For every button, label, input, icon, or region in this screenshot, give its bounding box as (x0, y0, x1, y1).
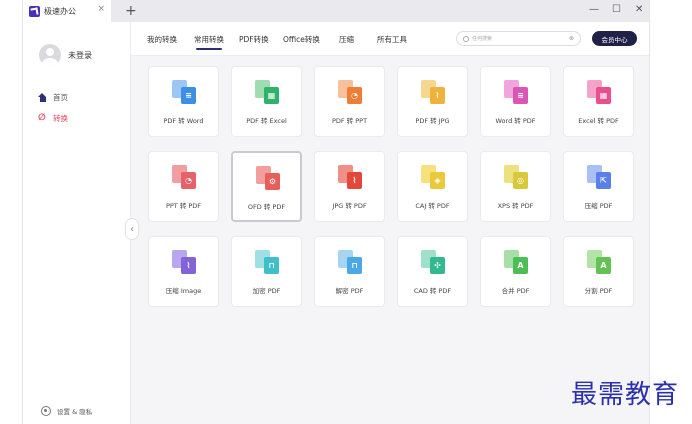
tool-card[interactable]: ◈ CAJ 转 PDF (397, 151, 468, 222)
gear-icon (41, 406, 51, 416)
tab-title: 极速办公 (44, 6, 76, 16)
tool-card[interactable]: ⌇ JPG 转 PDF (314, 151, 385, 222)
tool-label: 加密 PDF (252, 287, 281, 295)
tool-file-icon: ≡ (504, 80, 530, 106)
tab-close-icon[interactable]: × (97, 4, 105, 14)
collapse-sidebar-button[interactable]: ‹ (125, 218, 139, 240)
tool-label: 压缩 PDF (584, 202, 613, 210)
tool-card[interactable]: ≡ Word 转 PDF (480, 66, 551, 137)
convert-icon: ∅ (38, 112, 46, 123)
app-logo-icon (29, 5, 40, 17)
settings-label: 设置 & 隐私 (57, 408, 93, 416)
tool-card[interactable]: ✣ CAD 转 PDF (397, 236, 468, 307)
tool-label: PDF 转 Word (163, 117, 204, 125)
tool-card[interactable]: ⌇ 压缩 Image (148, 236, 219, 307)
tab-compress[interactable]: 压缩 (339, 34, 354, 45)
tool-file-icon: ⊓ (255, 250, 281, 276)
tool-label: XPS 转 PDF (497, 202, 534, 210)
tool-card[interactable]: ▦ PDF 转 Excel (231, 66, 302, 137)
sidebar-item-label: 首页 (53, 92, 68, 102)
tool-label: PDF 转 Excel (246, 117, 287, 125)
tool-label: 分割 PDF (584, 287, 613, 295)
sidebar-item-home[interactable]: 首页 (38, 90, 68, 104)
tool-file-icon: ⊓ (338, 250, 364, 276)
tool-card[interactable]: ⊓ 加密 PDF (231, 236, 302, 307)
tool-file-icon: ⌇ (172, 250, 198, 276)
top-nav: 我的转换 常用转换 PDF转换 Office转换 压缩 所有工具 任何搜索 ⊗ … (131, 22, 649, 56)
avatar[interactable] (39, 44, 61, 66)
tool-card[interactable]: ◔ PPT 转 PDF (148, 151, 219, 222)
tool-file-icon: ◔ (338, 80, 364, 106)
tab-pdf-conversions[interactable]: PDF转换 (239, 34, 269, 45)
tool-label: PDF 转 JPG (415, 117, 450, 125)
minimize-icon[interactable]: — (589, 4, 599, 16)
tool-card[interactable]: ⌇ PDF 转 JPG (397, 66, 468, 137)
tool-card[interactable]: ◔ PDF 转 PPT (314, 66, 385, 137)
tool-label: CAJ 转 PDF (415, 202, 450, 210)
tool-file-icon: ✣ (421, 250, 447, 276)
tool-label: 合并 PDF (501, 287, 530, 295)
tool-card[interactable]: ≡ PDF 转 Word (148, 66, 219, 137)
tool-file-icon: ▦ (587, 80, 613, 106)
vip-center-button[interactable]: 会员中心 (592, 31, 637, 46)
tool-label: Excel 转 PDF (578, 117, 619, 125)
tool-file-icon: ⇱ (587, 165, 613, 191)
home-icon (38, 92, 47, 102)
tool-label: 解密 PDF (335, 287, 364, 295)
tool-file-icon: ◈ (421, 165, 447, 191)
search-input[interactable]: 任何搜索 (472, 35, 569, 42)
tool-card[interactable]: ⚙ OFD 转 PDF (231, 151, 302, 222)
sidebar-item-convert[interactable]: ∅ 转换 (38, 111, 68, 125)
tool-file-icon: ◔ (172, 165, 198, 191)
maximize-icon[interactable]: ☐ (612, 4, 621, 16)
tool-file-icon: A (504, 250, 530, 276)
app-window: 极速办公 × + — ☐ ✕ 未登录 首页 ∅ 转换 设置 & 隐私 ‹ 我的转… (22, 0, 650, 424)
tool-label: OFD 转 PDF (247, 203, 286, 211)
tool-file-icon: ≡ (172, 80, 198, 106)
tab-office-conversions[interactable]: Office转换 (283, 34, 320, 45)
tool-label: PDF 转 PPT (331, 117, 368, 125)
tool-label: JPG 转 PDF (332, 202, 367, 210)
tool-label: 压缩 Image (165, 287, 202, 295)
tool-file-icon: A (587, 250, 613, 276)
app-root: 极速办公 × + — ☐ ✕ 未登录 首页 ∅ 转换 设置 & 隐私 ‹ 我的转… (0, 0, 692, 424)
tab-my-conversions[interactable]: 我的转换 (147, 34, 177, 45)
tool-card[interactable]: ⇱ 压缩 PDF (563, 151, 634, 222)
clear-search-icon[interactable]: ⊗ (569, 35, 574, 42)
tool-label: Word 转 PDF (495, 117, 536, 125)
title-bar: 极速办公 × + — ☐ ✕ (23, 0, 649, 22)
login-status[interactable]: 未登录 (68, 50, 92, 61)
watermark-text: 最需教育 (571, 380, 680, 410)
tool-file-icon: ▦ (255, 80, 281, 106)
tab-all-tools[interactable]: 所有工具 (377, 34, 407, 45)
tab-common-conversions[interactable]: 常用转换 (194, 34, 224, 50)
tool-label: PPT 转 PDF (165, 202, 202, 210)
new-tab-button[interactable]: + (125, 2, 137, 20)
tool-card[interactable]: ◎ XPS 转 PDF (480, 151, 551, 222)
sidebar-item-label: 转换 (53, 113, 68, 123)
tool-label: CAD 转 PDF (413, 287, 452, 295)
tool-file-icon: ⚙ (256, 166, 282, 192)
tool-file-icon: ◎ (504, 165, 530, 191)
search-box[interactable]: 任何搜索 ⊗ (456, 31, 581, 46)
tool-card[interactable]: A 合并 PDF (480, 236, 551, 307)
sidebar: 未登录 首页 ∅ 转换 设置 & 隐私 (23, 22, 131, 424)
tool-card[interactable]: ⊓ 解密 PDF (314, 236, 385, 307)
close-window-icon[interactable]: ✕ (635, 4, 643, 16)
settings-privacy-link[interactable]: 设置 & 隐私 (41, 406, 92, 416)
tool-file-icon: ⌇ (421, 80, 447, 106)
tool-file-icon: ⌇ (338, 165, 364, 191)
tool-card[interactable]: ▦ Excel 转 PDF (563, 66, 634, 137)
window-tab[interactable]: 极速办公 × (23, 0, 111, 22)
search-icon (463, 35, 469, 42)
tool-card[interactable]: A 分割 PDF (563, 236, 634, 307)
